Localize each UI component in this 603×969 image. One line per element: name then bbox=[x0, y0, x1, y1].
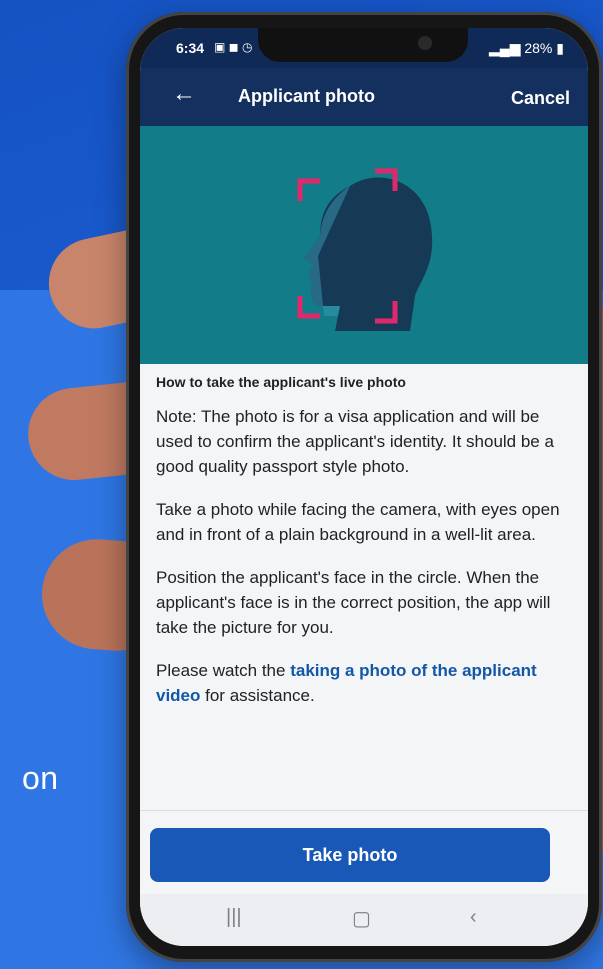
battery-level: 28% bbox=[524, 40, 553, 56]
phone-notch bbox=[258, 28, 468, 62]
instruction-paragraph-1: Take a photo while facing the camera, wi… bbox=[156, 500, 560, 544]
status-right: ▂▄▆ 28% ▮ bbox=[489, 40, 564, 57]
app-header: ← Applicant photo Cancel bbox=[140, 68, 588, 126]
instructions-heading: How to take the applicant's live photo bbox=[156, 374, 406, 390]
assist-prefix: Please watch the bbox=[156, 661, 291, 680]
divider bbox=[140, 810, 588, 811]
assist-suffix: for assistance. bbox=[200, 686, 315, 705]
face-scan-icon bbox=[297, 168, 433, 331]
recent-apps-icon[interactable]: ||| bbox=[226, 906, 242, 929]
system-nav-bar: ||| ▢ ‹ bbox=[140, 894, 588, 946]
assistance-paragraph: Please watch the taking a photo of the a… bbox=[156, 658, 564, 708]
take-photo-button[interactable]: Take photo bbox=[150, 828, 550, 882]
note-paragraph: Note: The photo is for a visa applicatio… bbox=[156, 407, 554, 476]
slide-text-fragment: on bbox=[22, 760, 59, 796]
phone-screen: 6:34 ▣ ◼ ◷ ▂▄▆ 28% ▮ ← Applicant photo C… bbox=[140, 28, 588, 946]
front-camera bbox=[418, 36, 432, 50]
instructions: How to take the applicant's live photo N… bbox=[156, 374, 564, 726]
signal-icon: ▂▄▆ bbox=[489, 40, 525, 56]
notification-icons: ▣ ◼ ◷ bbox=[214, 40, 253, 54]
face-illustration-banner bbox=[140, 126, 588, 364]
home-icon[interactable]: ▢ bbox=[352, 906, 371, 931]
cancel-button[interactable]: Cancel bbox=[511, 88, 570, 109]
back-arrow-icon[interactable]: ← bbox=[172, 80, 196, 108]
battery-icon: ▮ bbox=[556, 40, 564, 56]
status-time: 6:34 bbox=[176, 40, 205, 56]
nav-back-icon[interactable]: ‹ bbox=[470, 906, 477, 929]
instruction-paragraph-2: Position the applicant's face in the cir… bbox=[156, 568, 551, 637]
page-title: Applicant photo bbox=[238, 86, 375, 106]
